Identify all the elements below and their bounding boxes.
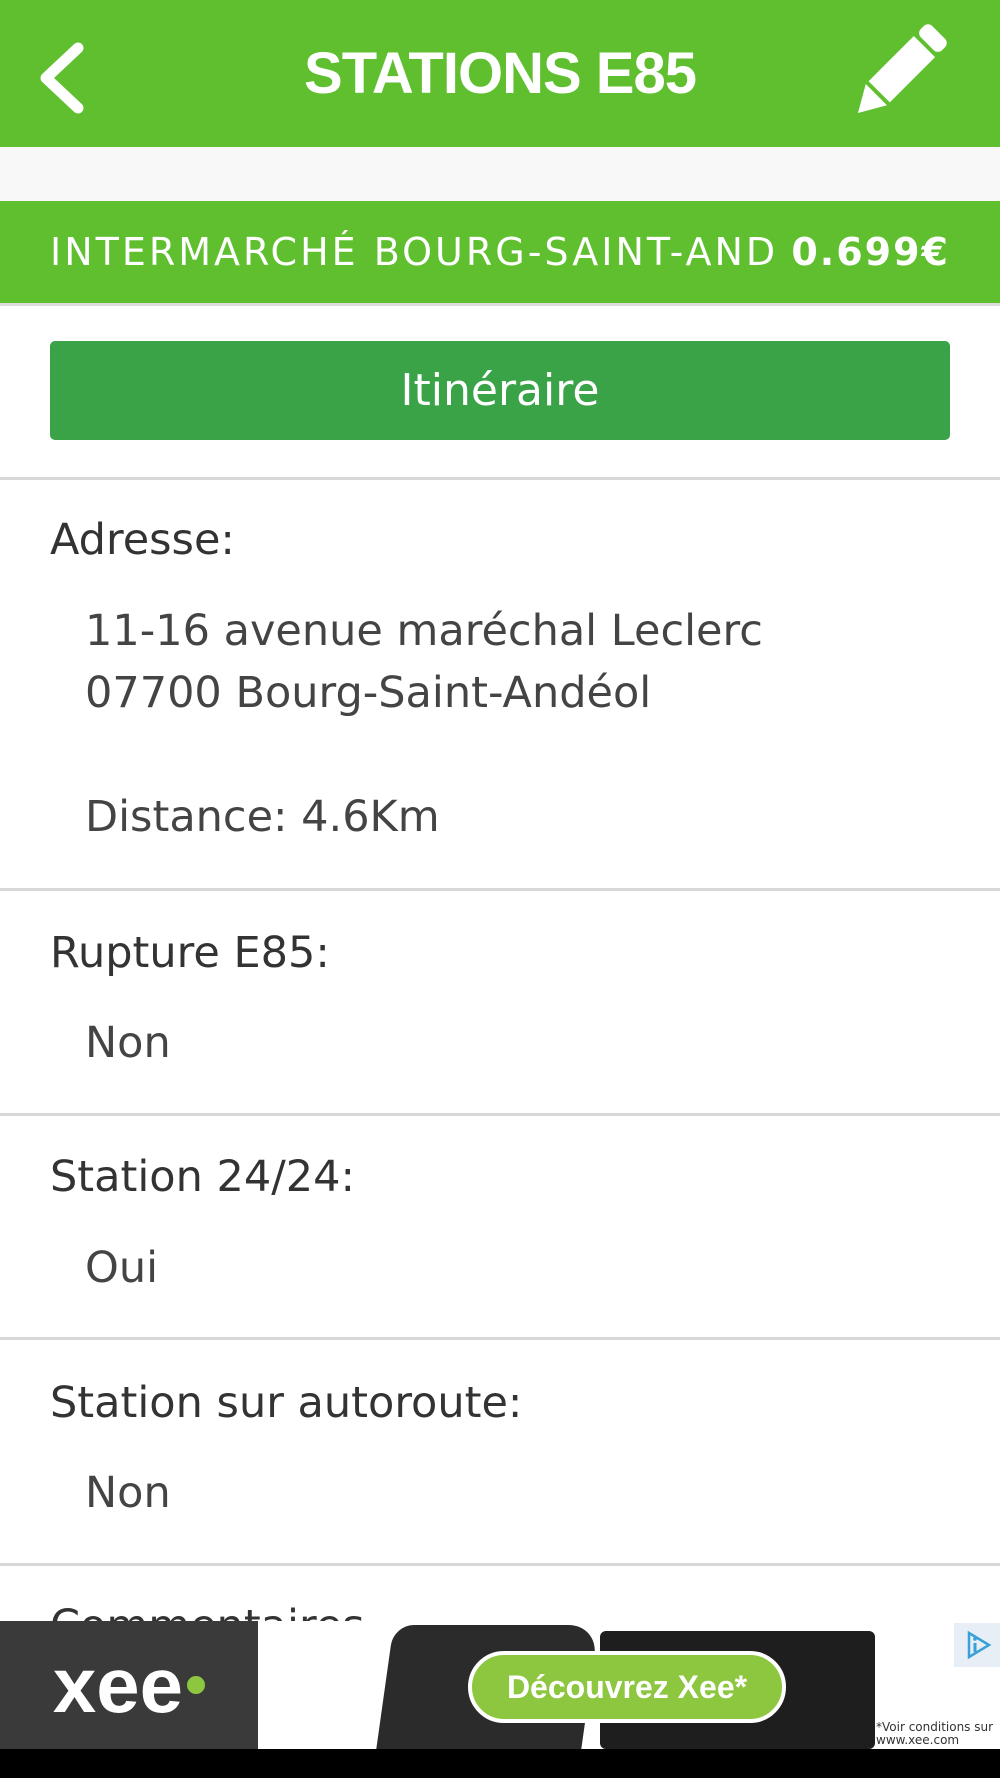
- divider: [0, 1563, 1000, 1566]
- open247-value: Oui: [85, 1243, 159, 1293]
- ad-info-icon: [967, 1630, 992, 1660]
- divider: [0, 888, 1000, 891]
- page-title: STATIONS E85: [304, 41, 697, 106]
- open247-label: Station 24/24:: [50, 1152, 355, 1202]
- ad-banner[interactable]: xee Découvrez Xee* *Voir conditions sur …: [0, 1621, 1000, 1749]
- highway-label: Station sur autoroute:: [50, 1378, 523, 1428]
- station-name: INTERMARCHÉ BOURG-SAINT-ANDÉOL: [50, 230, 778, 274]
- divider: [0, 477, 1000, 480]
- distance-value: Distance: 4.6Km: [85, 792, 440, 842]
- back-button[interactable]: [30, 38, 100, 118]
- rupture-value: Non: [85, 1018, 171, 1068]
- divider: [0, 1113, 1000, 1116]
- app-header: STATIONS E85: [0, 0, 1000, 147]
- address-line2: 07700 Bourg-Saint-Andéol: [85, 668, 652, 718]
- chevron-left-icon: [40, 42, 84, 114]
- ad-info-button[interactable]: [954, 1623, 1000, 1667]
- address-line1: 11-16 avenue maréchal Leclerc: [85, 606, 763, 656]
- itinerary-button[interactable]: Itinéraire: [50, 341, 950, 440]
- ad-fine-print: *Voir conditions sur www.xee.com: [876, 1720, 994, 1747]
- ad-logo-dot: [187, 1676, 206, 1694]
- nav-bar-strip: [0, 1749, 1000, 1778]
- highway-value: Non: [85, 1468, 171, 1518]
- ad-logo: xee: [0, 1621, 258, 1749]
- pencil-icon: [857, 24, 947, 114]
- address-label: Adresse:: [50, 515, 235, 565]
- header-spacer: [0, 147, 1000, 201]
- ad-cta-button[interactable]: Découvrez Xee*: [468, 1651, 786, 1723]
- station-bar: INTERMARCHÉ BOURG-SAINT-ANDÉOL 0.699€: [0, 201, 1000, 303]
- comments-label: Commentaires: [50, 1596, 365, 1621]
- divider: [0, 303, 1000, 306]
- station-price: 0.699€: [791, 230, 950, 274]
- edit-button[interactable]: [840, 14, 958, 130]
- rupture-label: Rupture E85:: [50, 928, 330, 978]
- ad-logo-text: xee: [52, 1640, 184, 1729]
- divider: [0, 1337, 1000, 1340]
